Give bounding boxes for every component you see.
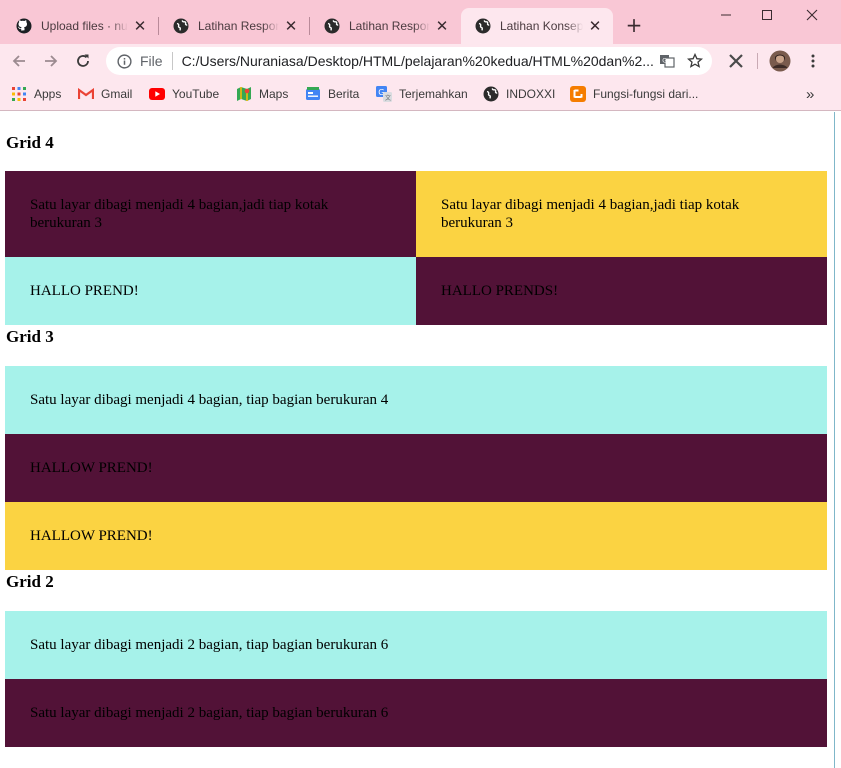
bookmark-label: Maps [259,87,289,101]
svg-text:G: G [662,58,667,65]
info-icon[interactable] [116,53,132,69]
maps-icon [236,86,252,102]
blogger-icon [570,86,586,102]
forward-button[interactable] [38,48,64,74]
bookmark-label: YouTube [172,87,220,101]
bookmark-label: Berita [328,87,360,101]
bookmark-youtube[interactable]: YouTube [149,85,219,103]
cell-text: HALLO PRENDS! [441,283,559,299]
minimize-button[interactable] [703,0,749,30]
close-icon [806,9,818,21]
omnibox-divider [171,52,173,70]
toolbar-divider [757,53,758,69]
extension-x-icon [729,54,743,68]
kebab-menu-icon [811,54,815,68]
page-viewport: Grid 4 Satu layar dibagi menjadi 4 bagia… [0,112,835,768]
bookmark-gmail[interactable]: Gmail [78,85,132,103]
cell-text: Satu layar dibagi menjadi 4 bagian,jadi … [441,197,740,231]
tab-latihan-responsive-1[interactable]: Latihan Responsive ✕ [159,8,309,44]
url-scheme-label: File [140,53,163,69]
github-icon [16,18,32,34]
reload-button[interactable] [70,48,96,74]
grid4-cell-1: Satu layar dibagi menjadi 4 bagian,jadi … [5,171,416,257]
arrow-right-icon [45,55,58,67]
bookmark-label: Terjemahkan [399,87,468,101]
tab-latihan-responsive-2[interactable]: Latihan Responsive ✕ [310,8,460,44]
avatar [769,50,791,72]
new-tab-button[interactable]: + [622,14,646,38]
browser-toolbar: File C:/Users/Nuraniasa/Desktop/HTML/pel… [0,44,841,78]
globe-icon [483,86,499,102]
tab-strip: Upload files · nuraniasa ✕ Latihan Respo… [0,0,841,44]
back-button[interactable] [6,48,32,74]
bookmark-label: Fungsi-fungsi dari... [593,87,699,101]
bookmark-indoxxi[interactable]: INDOXXI [483,85,555,103]
profile-button[interactable] [767,48,793,74]
address-bar[interactable]: File C:/Users/Nuraniasa/Desktop/HTML/pel… [106,47,712,75]
arrow-left-icon [12,55,25,67]
grid4-cell-3: HALLO PREND! [5,257,416,325]
grid2-heading: Grid 2 [6,572,54,591]
grid2-cell-2: Satu layar dibagi menjadi 2 bagian, tiap… [5,679,827,747]
extension-x-button[interactable] [723,48,749,74]
grid4-heading: Grid 4 [6,133,54,152]
bookmark-label: INDOXXI [506,87,556,101]
tab-close-icon[interactable]: ✕ [132,17,148,35]
tab-title: Latihan Responsive [198,19,279,33]
news-icon [305,86,321,102]
bookmarks-overflow-button[interactable]: » [806,85,814,103]
tab-title: Upload files · nuraniasa [41,19,128,33]
minimize-icon [721,14,731,16]
tab-title: Latihan Konsep Grid [500,19,583,33]
cell-text: Satu layar dibagi menjadi 4 bagian,jadi … [30,197,329,231]
grid3-cell-3: HALLOW PREND! [5,502,827,570]
translate-page-icon[interactable]: G [656,50,678,72]
tab-upload-files[interactable]: Upload files · nuraniasa ✕ [2,8,158,44]
bookmark-label: Apps [34,87,62,101]
bookmark-fungsi-fungsi[interactable]: Fungsi-fungsi dari... [570,85,698,103]
bookmark-star-icon[interactable] [684,50,706,72]
youtube-icon [149,86,165,102]
globe-icon [324,18,340,34]
close-window-button[interactable] [789,0,835,30]
bookmarks-bar: Apps Gmail YouTube Maps Berita G文 Terjem… [0,78,841,111]
cell-text: Satu layar dibagi menjadi 2 bagian, tiap… [30,637,389,653]
svg-text:文: 文 [385,94,391,102]
maximize-icon [762,10,772,20]
grid4-cell-4: HALLO PRENDS! [416,257,827,325]
grid3-cell-1: Satu layar dibagi menjadi 4 bagian, tiap… [5,366,827,434]
bookmark-terjemahkan[interactable]: G文 Terjemahkan [376,85,468,103]
maximize-button[interactable] [744,0,790,30]
translate-icon: G文 [376,86,392,102]
bookmark-label: Gmail [101,87,133,101]
grid3-heading: Grid 3 [6,327,54,346]
gmail-icon [78,86,94,102]
bookmark-apps[interactable]: Apps [11,85,61,103]
cell-text: HALLOW PREND! [30,528,153,544]
cell-text: HALLO PREND! [30,283,139,299]
tab-close-icon[interactable]: ✕ [587,17,603,35]
grid2-cell-1: Satu layar dibagi menjadi 2 bagian, tiap… [5,611,827,679]
apps-grid-icon [11,86,27,102]
grid3-cell-2: HALLOW PREND! [5,434,827,502]
cell-text: Satu layar dibagi menjadi 2 bagian, tiap… [30,705,389,721]
tab-title: Latihan Responsive [349,19,430,33]
grid4-cell-2: Satu layar dibagi menjadi 4 bagian,jadi … [416,171,827,257]
globe-icon [173,18,189,34]
menu-button[interactable] [800,48,826,74]
url-text[interactable]: C:/Users/Nuraniasa/Desktop/HTML/pelajara… [182,53,656,69]
tab-close-icon[interactable]: ✕ [283,17,299,35]
cell-text: HALLOW PREND! [30,460,153,476]
reload-icon [77,54,89,67]
cell-text: Satu layar dibagi menjadi 4 bagian, tiap… [30,392,389,408]
tab-latihan-konsep-grid[interactable]: Latihan Konsep Grid ✕ [461,8,613,44]
tab-close-icon[interactable]: ✕ [434,17,450,35]
bookmark-berita[interactable]: Berita [305,85,359,103]
globe-icon [475,18,491,34]
bookmark-maps[interactable]: Maps [236,85,288,103]
